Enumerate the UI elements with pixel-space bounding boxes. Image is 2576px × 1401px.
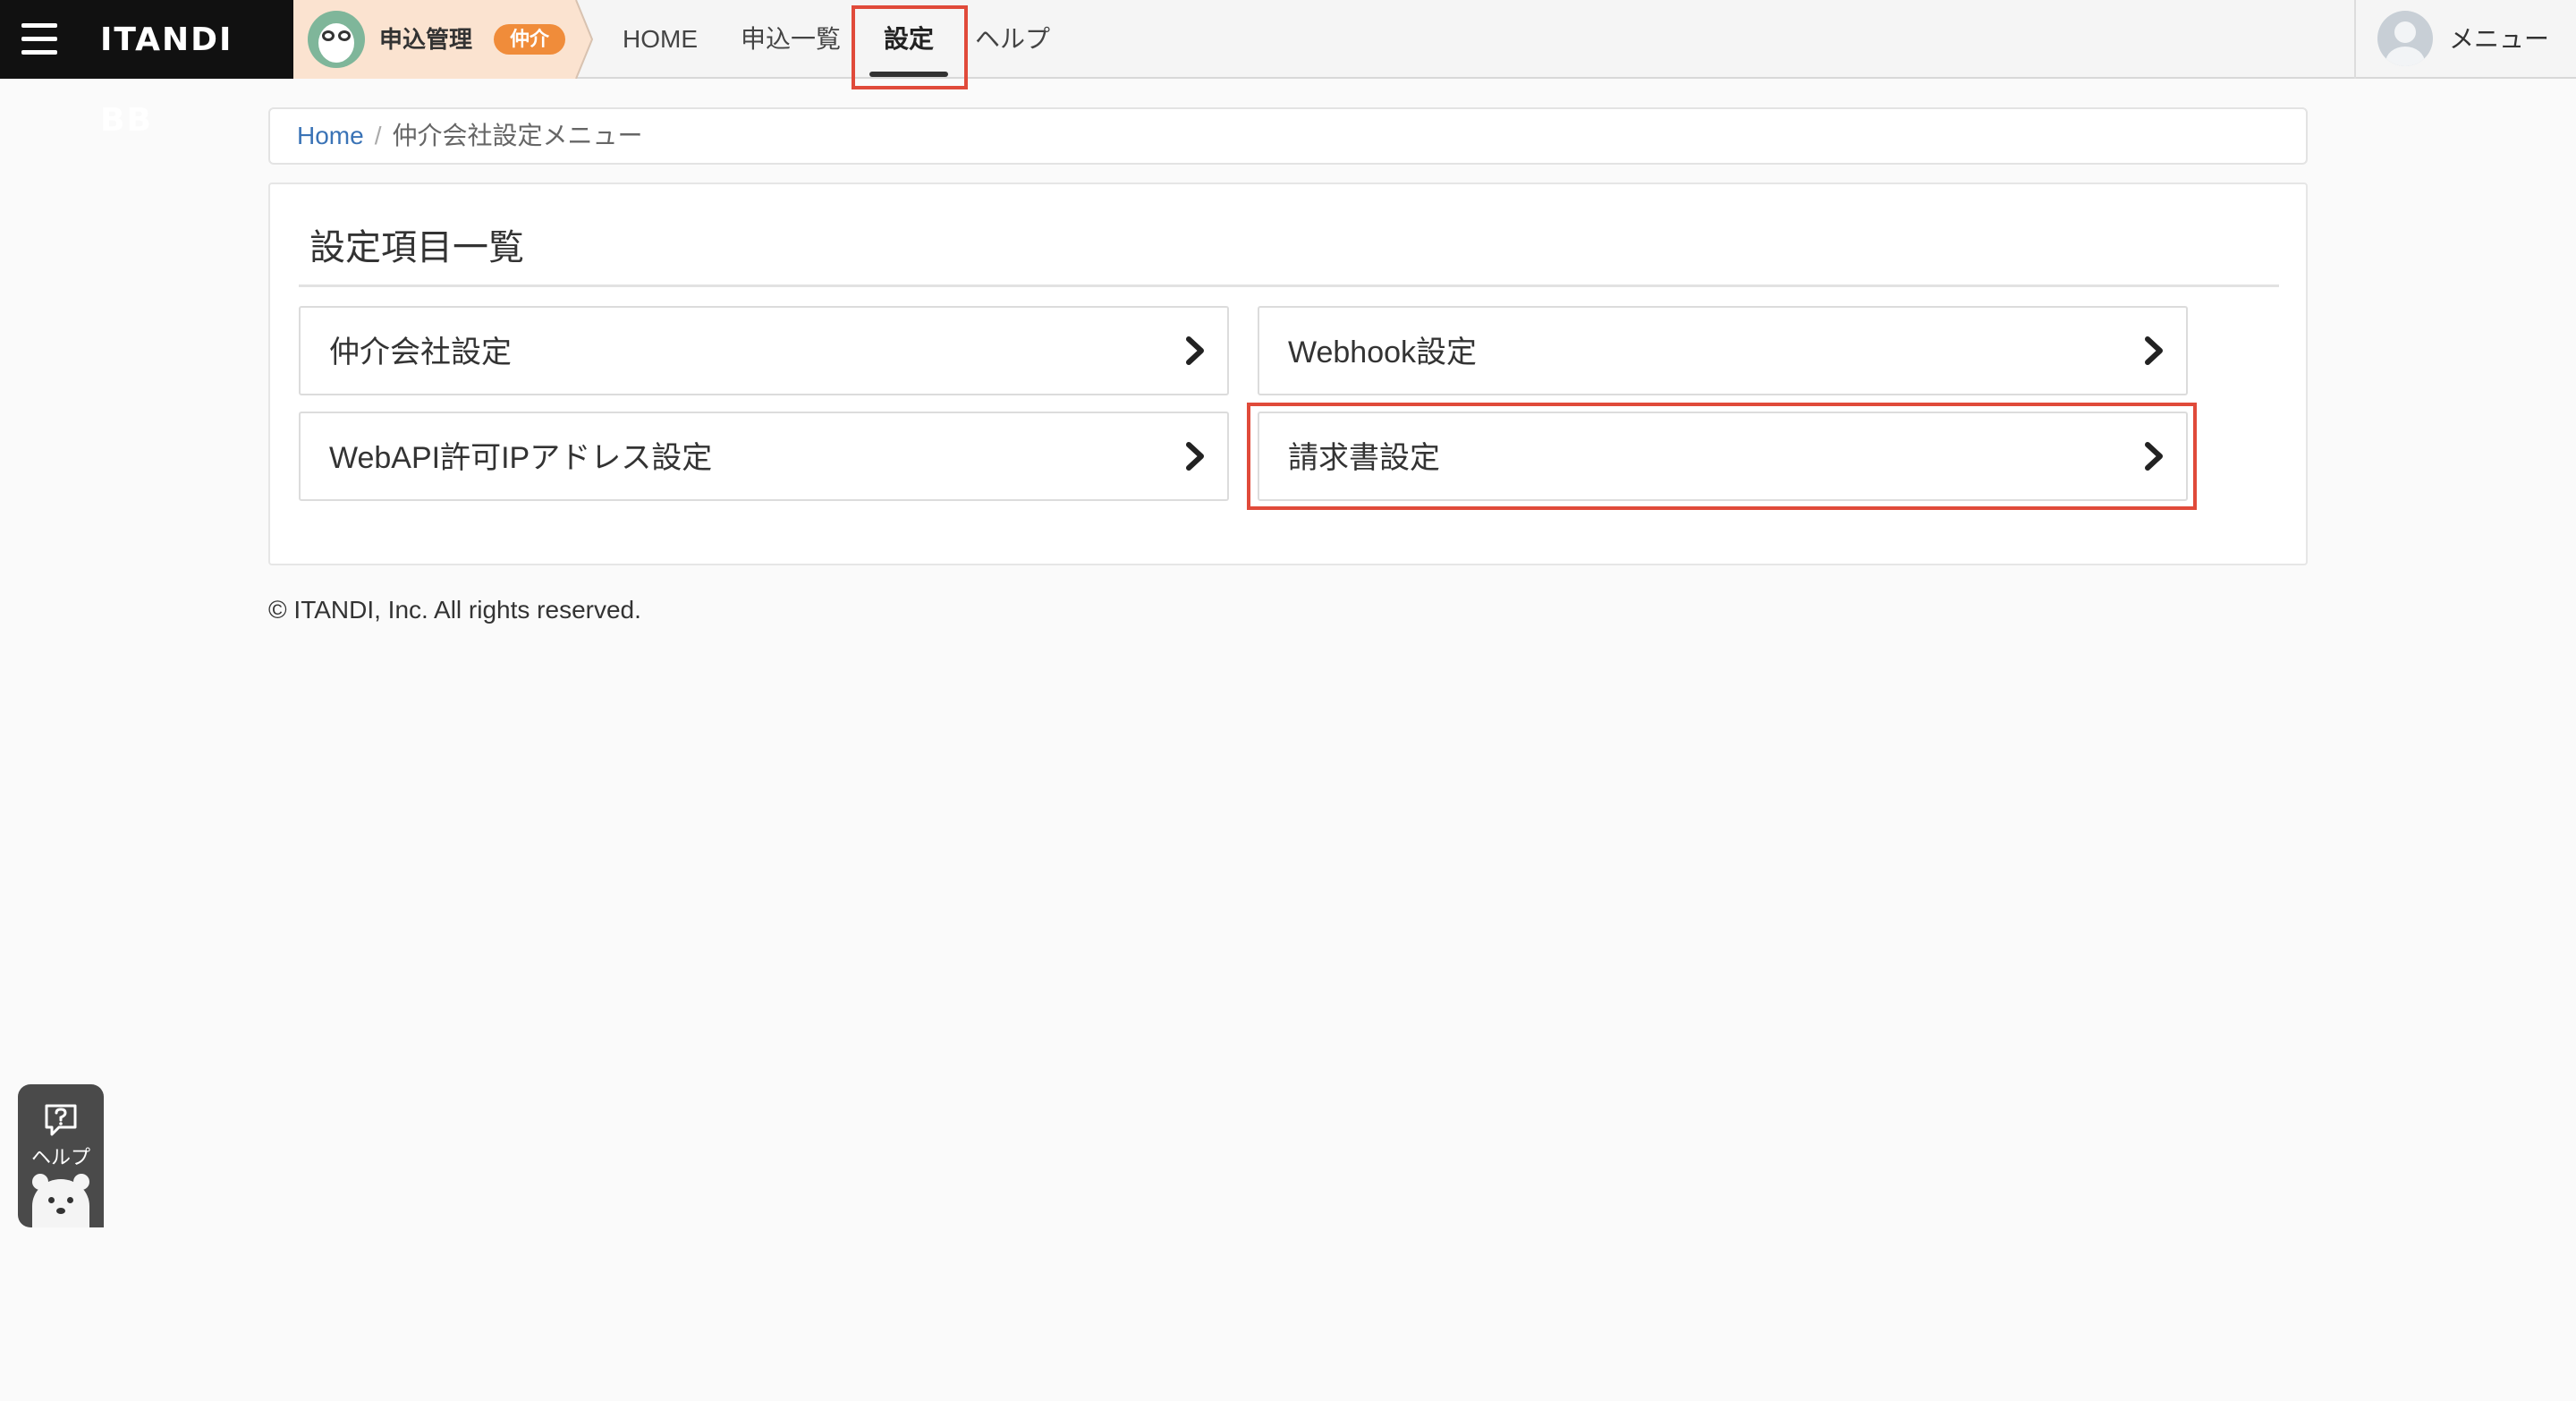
broker-company-settings-link[interactable]: 仲介会社設定: [299, 306, 1229, 395]
top-navigation-bar: ITANDI BB 申込管理 仲介 HOME 申込一覧 設定 ヘルプ メニュー: [0, 0, 2576, 139]
invoice-settings-link[interactable]: 請求書設定: [1258, 412, 2188, 501]
menu-item-label: 請求書設定: [1288, 441, 1440, 475]
webapi-ip-settings-link[interactable]: WebAPI許可IPアドレス設定: [299, 412, 1229, 501]
bear-mascot-icon: [32, 1174, 89, 1227]
breadcrumb: Home / 仲介会社設定メニュー: [268, 107, 2308, 165]
nav-home[interactable]: HOME: [608, 0, 712, 79]
help-widget-label: ヘルプ: [30, 1146, 90, 1168]
breadcrumb-home-link[interactable]: Home: [297, 122, 364, 149]
app-chip-arrow-icon: [565, 0, 594, 79]
menu-item-label: Webhook設定: [1288, 335, 1478, 369]
brand-logo[interactable]: ITANDI BB: [100, 0, 293, 139]
nav-applications[interactable]: 申込一覧: [726, 0, 855, 79]
page-title: 設定項目一覧: [309, 228, 524, 267]
app-role-badge: 仲介: [494, 24, 565, 55]
settings-panel: 設定項目一覧 仲介会社設定 Webhook設定 WebAPI許可IPアドレス設定…: [268, 183, 2308, 565]
app-mascot-icon: [308, 11, 365, 68]
app-name[interactable]: 申込管理: [379, 0, 472, 79]
footer-copyright: © ITANDI, Inc. All rights reserved.: [268, 596, 641, 624]
user-menu-label: メニュー: [2449, 25, 2550, 53]
webhook-settings-link[interactable]: Webhook設定: [1258, 306, 2188, 395]
brand-block: ITANDI BB: [0, 0, 293, 139]
chevron-right-icon: [2145, 336, 2163, 365]
hamburger-menu-icon[interactable]: [21, 23, 57, 55]
active-tab-indicator: [869, 72, 948, 77]
user-avatar-icon: [2377, 11, 2433, 66]
chevron-right-icon: [1186, 336, 1204, 365]
menu-item-label: WebAPI許可IPアドレス設定: [329, 441, 713, 475]
chevron-right-icon: [1186, 442, 1204, 471]
nav-settings[interactable]: 設定: [866, 0, 952, 79]
chevron-right-icon: [2145, 442, 2163, 471]
help-widget-button[interactable]: ヘルプ: [18, 1084, 104, 1227]
user-menu-button[interactable]: メニュー: [2354, 0, 2576, 79]
nav-help[interactable]: ヘルプ: [970, 0, 1055, 79]
breadcrumb-separator: /: [374, 122, 382, 149]
title-divider: [299, 284, 2279, 287]
breadcrumb-current: 仲介会社設定メニュー: [392, 122, 643, 149]
question-bubble-icon: [45, 1104, 77, 1136]
menu-item-label: 仲介会社設定: [329, 335, 512, 369]
